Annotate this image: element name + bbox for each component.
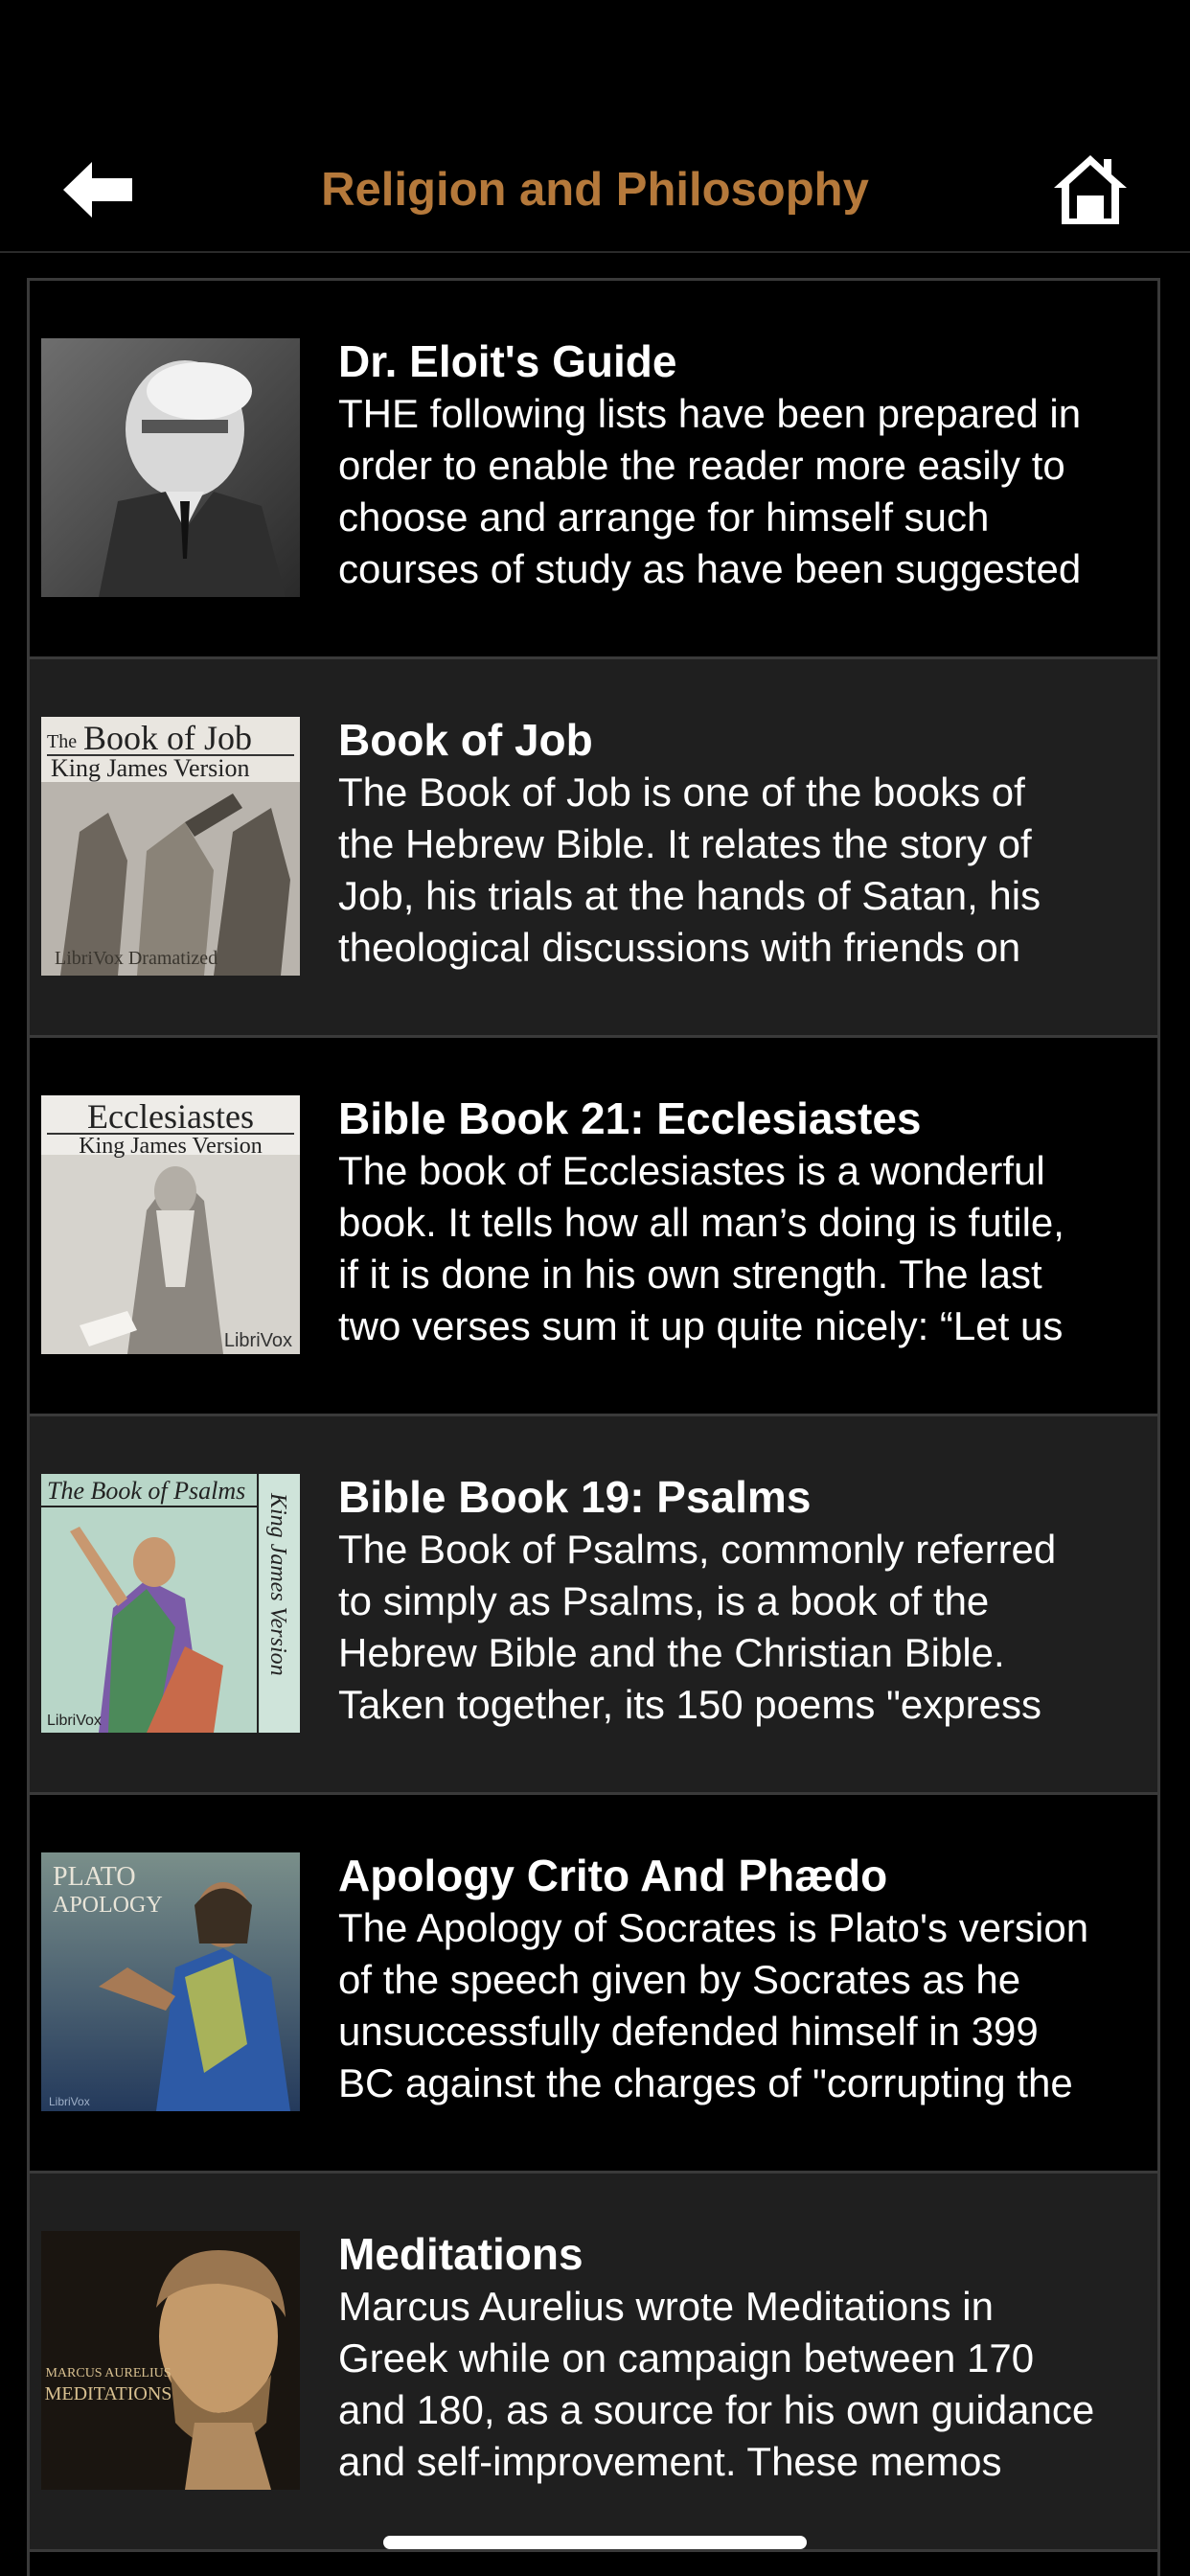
home-indicator[interactable] — [383, 2536, 807, 2549]
description-line: unsuccessfully defended himself in 399 — [338, 2009, 1039, 2054]
cover-text: LibriVox — [49, 2095, 90, 2108]
description-line: if it is done in his own strength. The l… — [338, 1252, 1042, 1297]
back-arrow-icon — [63, 162, 132, 218]
item-title: Bible Book 21: Ecclesiastes — [338, 1093, 922, 1143]
list-item[interactable]: PLATO APOLOGY LibriVox Apology Crito And… — [30, 1795, 1157, 2174]
description-line: Hebrew Bible and the Christian Bible. — [338, 1630, 1005, 1675]
item-description: The Apology of Socrates is Plato's versi… — [338, 1902, 1157, 2109]
book-cover — [41, 338, 300, 597]
description-line: Taken together, its 150 poems "express — [338, 1682, 1041, 1727]
cover-image: PLATO APOLOGY LibriVox — [41, 1852, 300, 2111]
list-item[interactable]: The Book of Psalms King James Version Li… — [30, 1416, 1157, 1795]
item-description: The Book of Psalms, commonly referred to… — [338, 1524, 1157, 1731]
navigation-bar: Religion and Philosophy — [0, 126, 1190, 253]
description-line: The Book of Psalms, commonly referred — [338, 1527, 1057, 1572]
list-item[interactable]: The Book of Job King James Version Libri… — [30, 659, 1157, 1038]
description-line: of the speech given by Socrates as he — [338, 1957, 1021, 2002]
book-cover: The Book of Psalms King James Version Li… — [41, 1474, 300, 1733]
description-line: THE following lists have been prepared i… — [338, 391, 1082, 436]
description-line: Marcus Aurelius wrote Meditations in — [338, 2284, 994, 2329]
book-cover: PLATO APOLOGY LibriVox — [41, 1852, 300, 2111]
page-title: Religion and Philosophy — [321, 164, 869, 216]
item-description: Marcus Aurelius wrote Meditations in Gre… — [338, 2281, 1157, 2488]
description-line: to simply as Psalms, is a book of the — [338, 1578, 990, 1623]
item-description: The Book of Job is one of the books of t… — [338, 767, 1157, 974]
description-line: book. It tells how all man’s doing is fu… — [338, 1200, 1064, 1245]
description-line: two verses sum it up quite nicely: “Let … — [338, 1303, 1064, 1348]
description-line: and 180, as a source for his own guidanc… — [338, 2387, 1095, 2432]
description-line: The book of Ecclesiastes is a wonderful — [338, 1148, 1045, 1193]
cover-text: Book of Job — [83, 719, 252, 757]
item-title: Bible Book 19: Psalms — [338, 1472, 812, 1522]
cover-text: LibriVox — [47, 1713, 102, 1729]
list-item[interactable]: Dr. Eloit's Guide THE following lists ha… — [30, 281, 1157, 659]
item-title: Apology Crito And Phædo — [338, 1851, 888, 1900]
cover-text: King James Version — [79, 1134, 263, 1159]
description-line: The Book of Job is one of the books of — [338, 770, 1025, 815]
cover-image: The Book of Job King James Version Libri… — [41, 717, 300, 976]
cover-text: MARCUS AURELIUS — [45, 2366, 171, 2380]
description-line: Greek while on campaign between 170 — [338, 2335, 1035, 2380]
description-line: Job, his trials at the hands of Satan, h… — [338, 873, 1041, 918]
home-button[interactable] — [1044, 148, 1136, 232]
description-line: The Apology of Socrates is Plato's versi… — [338, 1905, 1089, 1950]
cover-text: King James Version — [51, 754, 250, 782]
cover-text: LibriVox — [224, 1330, 292, 1351]
book-cover: MARCUS AURELIUS MEDITATIONS — [41, 2231, 300, 2490]
cover-image: The Book of Psalms King James Version Li… — [41, 1474, 300, 1733]
cover-image: MARCUS AURELIUS MEDITATIONS — [41, 2231, 300, 2490]
item-title: Book of Job — [338, 715, 593, 765]
home-icon — [1054, 155, 1127, 224]
description-line: and self-improvement. These memos — [338, 2439, 1002, 2484]
back-button[interactable] — [50, 151, 146, 228]
item-description: THE following lists have been prepared i… — [338, 388, 1157, 595]
book-cover: Ecclesiastes King James Version LibriVox — [41, 1095, 300, 1354]
status-bar — [0, 0, 1190, 126]
cover-text: King James Version — [265, 1492, 290, 1676]
portrait-image — [41, 338, 300, 597]
list-item[interactable]: Ecclesiastes King James Version LibriVox… — [30, 1038, 1157, 1416]
item-description: The book of Ecclesiastes is a wonderful … — [338, 1145, 1157, 1352]
item-title: Dr. Eloit's Guide — [338, 336, 677, 386]
description-line: order to enable the reader more easily t… — [338, 443, 1065, 488]
list-item[interactable]: MARCUS AURELIUS MEDITATIONS Meditations … — [30, 2174, 1157, 2552]
description-line: BC against the charges of "corrupting th… — [338, 2060, 1073, 2105]
cover-text: The — [47, 731, 77, 752]
book-list: Dr. Eloit's Guide THE following lists ha… — [27, 278, 1160, 2576]
cover-text: LibriVox Dramatized — [55, 948, 217, 969]
cover-text: MEDITATIONS — [45, 2383, 172, 2404]
description-line: the Hebrew Bible. It relates the story o… — [338, 821, 1032, 866]
description-line: choose and arrange for himself such — [338, 494, 990, 540]
description-line: courses of study as have been suggested — [338, 546, 1082, 591]
description-line: theological discussions with friends on — [338, 925, 1021, 970]
cover-image: Ecclesiastes King James Version LibriVox — [41, 1095, 300, 1354]
cover-text: APOLOGY — [53, 1893, 163, 1918]
cover-text: PLATO — [53, 1862, 136, 1892]
book-cover: The Book of Job King James Version Libri… — [41, 717, 300, 976]
cover-text: Ecclesiastes — [87, 1097, 254, 1136]
item-title: Meditations — [338, 2229, 584, 2279]
cover-text: The Book of Psalms — [47, 1477, 245, 1505]
